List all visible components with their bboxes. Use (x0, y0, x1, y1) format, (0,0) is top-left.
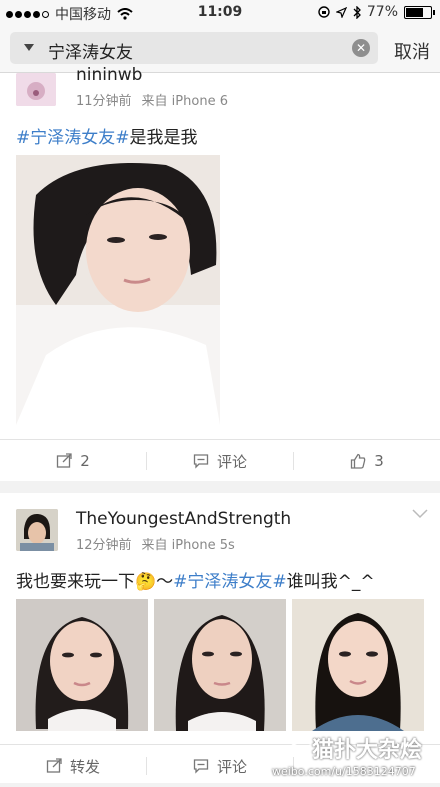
post-photo[interactable] (292, 599, 424, 731)
search-query[interactable]: 宁泽涛女友 (48, 38, 133, 63)
post-time: 12分钟前 (76, 538, 132, 553)
comment-label: 评论 (216, 757, 247, 776)
watermark-name: 猫扑大杂烩 (312, 738, 423, 763)
like-button[interactable]: 3 (294, 440, 440, 482)
search-type-dropdown-icon[interactable] (24, 44, 34, 51)
post-text: 我也要来玩一下🤔～#宁泽涛女友#谁叫我^_^ (16, 567, 375, 592)
repost-icon (57, 453, 72, 468)
status-bar: 中国移动 11:09 77% (0, 0, 440, 26)
like-count: 3 (374, 452, 384, 470)
post-photo[interactable] (16, 599, 148, 731)
search-bar: 宁泽涛女友 ✕ 取消 (0, 26, 440, 73)
bluetooth-icon (353, 5, 361, 19)
repost-button[interactable]: 转发 (0, 745, 146, 787)
post-body-start: 我也要来玩一下🤔～ (16, 572, 174, 592)
post-body-end: 谁叫我^_^ (286, 572, 375, 592)
battery-icon (404, 5, 435, 19)
repost-label: 转发 (69, 757, 100, 776)
post-meta: 11分钟前 来自 iPhone 6 (76, 90, 228, 109)
thumbs-up-icon (351, 453, 366, 469)
post-body: 是我是我 (129, 128, 198, 148)
repost-icon (46, 758, 62, 773)
chevron-down-icon[interactable] (412, 509, 428, 519)
post-photo[interactable] (154, 599, 286, 731)
hashtag-link[interactable]: #宁泽涛女友# (173, 572, 287, 592)
post-photo[interactable] (16, 155, 220, 425)
post-source: 来自 iPhone 5s (141, 538, 235, 553)
cancel-button[interactable]: 取消 (394, 38, 430, 64)
post-username[interactable]: nininwb (76, 65, 142, 85)
location-icon (335, 6, 347, 18)
watermark-url: weibo.com/u/1583124707 (272, 765, 416, 778)
search-input[interactable]: 宁泽涛女友 ✕ (10, 32, 378, 64)
post-actions: 2 评论 3 (0, 439, 440, 482)
post-time: 11分钟前 (76, 94, 132, 109)
battery-percent: 77% (366, 4, 398, 20)
repost-count: 2 (80, 452, 90, 470)
hashtag-link[interactable]: #宁泽涛女友# (16, 128, 130, 148)
post-meta: 12分钟前 来自 iPhone 5s (76, 534, 235, 553)
comment-icon (193, 454, 209, 469)
post-text: #宁泽涛女友#是我是我 (16, 123, 198, 148)
feed-post: nininwb 11分钟前 来自 iPhone 6 #宁泽涛女友#是我是我 2 评… (0, 65, 440, 482)
post-username[interactable]: TheYoungestAndStrength (76, 509, 291, 529)
repost-button[interactable]: 2 (0, 440, 146, 482)
avatar[interactable] (16, 509, 58, 551)
post-source: 来自 iPhone 6 (141, 94, 228, 109)
comment-button[interactable]: 评论 (147, 440, 293, 482)
comment-icon (193, 759, 209, 774)
clear-icon[interactable]: ✕ (352, 39, 370, 57)
rotation-lock-icon (318, 6, 330, 18)
avatar[interactable] (16, 73, 56, 106)
comment-label: 评论 (216, 452, 247, 471)
